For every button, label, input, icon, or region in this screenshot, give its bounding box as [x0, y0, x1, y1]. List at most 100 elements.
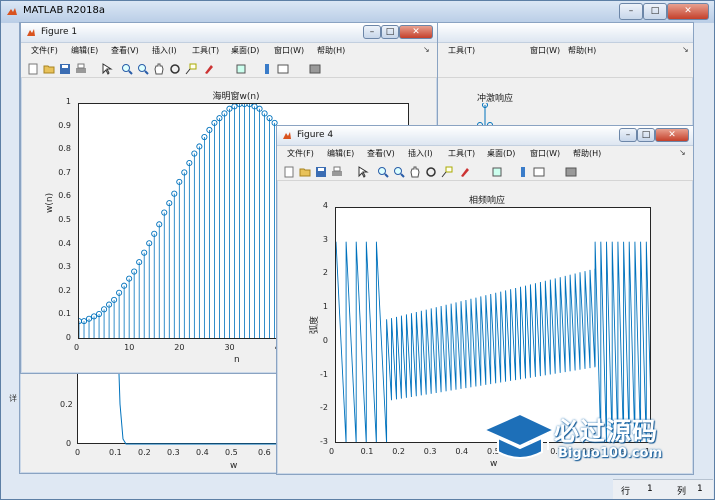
status-col-label: 列 — [677, 487, 687, 497]
minimize-button[interactable]: – — [619, 3, 643, 20]
link-plot-icon[interactable] — [235, 63, 247, 75]
matlab-titlebar: MATLAB R2018a — [1, 1, 714, 23]
xtick-label: 20 — [174, 343, 185, 352]
menu-help[interactable]: 帮助(H) — [568, 45, 596, 56]
zoom-in-icon[interactable] — [121, 63, 133, 75]
rotate-icon[interactable] — [169, 63, 181, 75]
behind-xtick: 0.1 — [109, 448, 122, 457]
figure-1-toolbar — [21, 60, 437, 78]
legend-icon[interactable] — [533, 166, 545, 178]
zoom-out-icon[interactable] — [137, 63, 149, 75]
menu-tools[interactable]: 工具(T) — [448, 45, 475, 56]
behind-xtick: 0.4 — [196, 448, 209, 457]
save-icon[interactable] — [315, 166, 327, 178]
status-bar: 行 1 列 1 — [613, 479, 713, 499]
menu-desktop[interactable]: 桌面(D) — [231, 45, 259, 56]
figure-1-menubar: 文件(F) 编辑(E) 查看(V) 插入(I) 工具(T) 桌面(D) 窗口(W… — [21, 43, 437, 60]
brush-icon[interactable] — [203, 63, 215, 75]
data-cursor-icon[interactable] — [185, 63, 197, 75]
menu-window[interactable]: 窗口(W) — [530, 148, 560, 159]
ytick-label: 2 — [322, 268, 328, 278]
open-file-icon[interactable] — [299, 166, 311, 178]
legend-icon[interactable] — [277, 63, 289, 75]
figure-1-ylabel: w(n) — [45, 192, 55, 213]
status-col-value: 1 — [697, 484, 703, 494]
menu-overflow-icon[interactable]: ↘ — [423, 45, 430, 54]
print-icon[interactable] — [75, 63, 87, 75]
details-label: 详 — [9, 394, 17, 403]
ytick-label: 0.7 — [58, 167, 71, 177]
menu-edit[interactable]: 编辑(E) — [71, 45, 98, 56]
menu-insert[interactable]: 插入(I) — [408, 148, 433, 159]
colorbar-icon[interactable] — [517, 166, 529, 178]
figure-4-ylabel: 弧度 — [310, 315, 320, 334]
new-figure-icon[interactable] — [27, 63, 39, 75]
ytick-label: 3 — [322, 234, 328, 244]
colorbar-icon[interactable] — [261, 63, 273, 75]
matlab-window-title: MATLAB R2018a — [23, 5, 106, 16]
plot-tools-icon[interactable] — [309, 63, 321, 75]
edit-plot-icon[interactable] — [357, 166, 369, 178]
menu-tools[interactable]: 工具(T) — [192, 45, 219, 56]
menu-help[interactable]: 帮助(H) — [573, 148, 601, 159]
menu-file[interactable]: 文件(F) — [287, 148, 314, 159]
ytick-label: -3 — [320, 437, 328, 446]
figure-1-maximize-button[interactable]: □ — [381, 25, 399, 39]
figure-4-menubar: 文件(F) 编辑(E) 查看(V) 插入(I) 工具(T) 桌面(D) 窗口(W… — [277, 146, 693, 163]
menu-view[interactable]: 查看(V) — [111, 45, 139, 56]
figure-1-close-button[interactable]: ✕ — [399, 25, 433, 39]
status-row-label: 行 — [621, 487, 631, 497]
matlab-logo-icon — [7, 8, 17, 15]
behind-xtick: 0.5 — [225, 448, 238, 457]
plot-tools-icon[interactable] — [565, 166, 577, 178]
menu-insert[interactable]: 插入(I) — [152, 45, 177, 56]
zoom-in-icon[interactable] — [377, 166, 389, 178]
pan-icon[interactable] — [409, 166, 421, 178]
figure-1-titlebar: Figure 1 – □ ✕ — [21, 23, 437, 43]
menu-tools[interactable]: 工具(T) — [448, 148, 475, 159]
edit-plot-icon[interactable] — [101, 63, 113, 75]
figure-4-close-button[interactable]: ✕ — [655, 128, 689, 142]
brush-icon[interactable] — [459, 166, 471, 178]
figure-icon — [27, 29, 35, 36]
ytick-label: 0 — [322, 335, 328, 345]
ytick-label: 1 — [65, 97, 71, 106]
link-plot-icon[interactable] — [491, 166, 503, 178]
open-file-icon[interactable] — [43, 63, 55, 75]
xtick-label: 0 — [329, 447, 335, 456]
save-icon[interactable] — [59, 63, 71, 75]
ytick-label: 0.5 — [58, 215, 71, 224]
menu-edit[interactable]: 编辑(E) — [327, 148, 354, 159]
menu-window[interactable]: 窗口(W) — [274, 45, 304, 56]
figure-4-minimize-button[interactable]: – — [619, 128, 637, 142]
ytick-label: 0.4 — [58, 238, 71, 248]
figure-1-minimize-button[interactable]: – — [363, 25, 381, 39]
pan-icon[interactable] — [153, 63, 165, 75]
behind-xtick: 0.6 — [258, 448, 271, 457]
menu-window[interactable]: 窗口(W) — [530, 45, 560, 56]
menu-view[interactable]: 查看(V) — [367, 148, 395, 159]
menu-desktop[interactable]: 桌面(D) — [487, 148, 515, 159]
figure-4-titlebar: Figure 4 – □ ✕ — [277, 126, 693, 146]
watermark-text: 必过源码 — [554, 417, 659, 446]
data-cursor-icon[interactable] — [441, 166, 453, 178]
rotate-icon[interactable] — [425, 166, 437, 178]
ytick-label: 1 — [322, 302, 328, 312]
figure-4-title: Figure 4 — [297, 130, 334, 140]
behind-xlabel: w — [230, 461, 238, 471]
menu-help[interactable]: 帮助(H) — [317, 45, 345, 56]
figure-4-maximize-button[interactable]: □ — [637, 128, 655, 142]
new-figure-icon[interactable] — [283, 166, 295, 178]
figure-1-title: Figure 1 — [41, 27, 78, 37]
ytick-label: 0.2 — [58, 285, 71, 295]
close-button[interactable]: ✕ — [667, 3, 709, 20]
menu-file[interactable]: 文件(F) — [31, 45, 58, 56]
zoom-out-icon[interactable] — [393, 166, 405, 178]
maximize-button[interactable]: □ — [643, 3, 667, 20]
menu-overflow-icon[interactable]: ↘ — [682, 45, 689, 54]
ytick-label: 0.3 — [58, 262, 71, 272]
ytick-label: 0.1 — [58, 309, 71, 319]
print-icon[interactable] — [331, 166, 343, 178]
toolstrip-edge — [5, 61, 19, 77]
menu-overflow-icon[interactable]: ↘ — [679, 148, 686, 157]
